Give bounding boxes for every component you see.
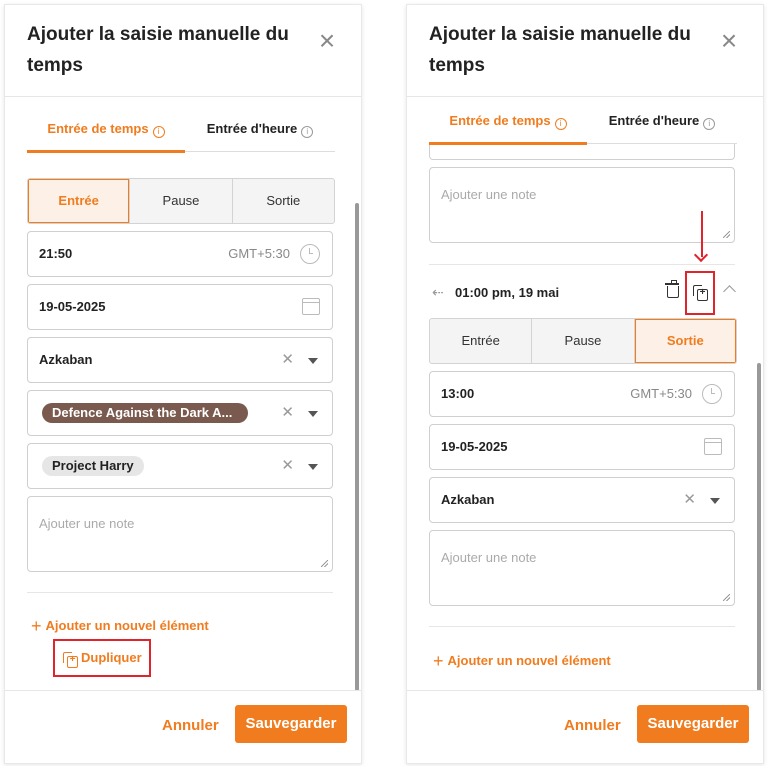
duplicate-label: Dupliquer — [81, 650, 142, 665]
time-value: 13:00 — [441, 386, 475, 401]
calendar-icon[interactable] — [302, 298, 320, 315]
divider — [429, 626, 735, 627]
date-value: 19-05-2025 — [441, 439, 508, 454]
calendar-icon[interactable] — [704, 438, 722, 455]
login-icon: ⇠ — [432, 284, 444, 300]
entry-header: ⇠ 01:00 pm, 19 mai — [429, 271, 736, 315]
dialog-footer: Annuler Sauvegarder — [407, 690, 763, 763]
add-item-label: Ajouter un nouvel élément — [45, 618, 209, 633]
segment-entree[interactable]: Entrée — [28, 179, 131, 223]
chevron-down-icon[interactable] — [308, 411, 318, 417]
info-icon: i — [554, 118, 567, 130]
tab-bar: Entrée de temps i Entrée d'heure i — [429, 99, 737, 145]
resize-handle-icon[interactable] — [723, 231, 730, 238]
save-button[interactable]: Sauvegarder — [235, 705, 347, 743]
tab-time-entry[interactable]: Entrée de temps i — [429, 99, 587, 145]
note-textarea[interactable]: Ajouter une note — [429, 167, 735, 243]
tab-hour-entry[interactable]: Entrée d'heure i — [587, 99, 737, 143]
tab-label: Entrée de temps — [47, 121, 149, 136]
add-item-link[interactable]: + Ajouter un nouvel élément — [433, 651, 611, 672]
note-placeholder: Ajouter une note — [39, 516, 135, 531]
clear-icon[interactable]: ✕ — [281, 338, 294, 382]
duplicate-button[interactable]: Dupliquer — [53, 639, 151, 677]
duplicate-entry-button[interactable] — [685, 271, 715, 315]
activity-chip: Defence Against the Dark A... — [42, 403, 248, 423]
tab-label: Entrée d'heure — [206, 121, 298, 136]
cancel-button[interactable]: Annuler — [162, 691, 219, 761]
time-entry-dialog-right: Ajouter la saisie manuelle du temps × En… — [406, 4, 764, 764]
tab-bar: Entrée de temps i Entrée d'heure i — [27, 107, 335, 153]
chevron-down-icon[interactable] — [308, 464, 318, 470]
trash-icon[interactable] — [665, 280, 679, 298]
project-chip: Project Harry — [42, 456, 144, 476]
clear-icon[interactable]: ✕ — [281, 391, 294, 435]
add-item-label: Ajouter un nouvel élément — [447, 653, 611, 668]
resize-handle-icon[interactable] — [321, 560, 328, 567]
timezone-label: GMT+5:30 — [228, 246, 290, 261]
segment-sortie[interactable]: Sortie — [233, 179, 334, 223]
divider — [27, 592, 333, 593]
copy-icon — [63, 652, 78, 668]
date-field[interactable]: 19-05-2025 — [27, 284, 333, 330]
note-placeholder: Ajouter une note — [441, 187, 537, 202]
annotation-arrow — [701, 211, 703, 257]
cancel-button[interactable]: Annuler — [564, 691, 621, 761]
divider — [5, 96, 361, 97]
location-select[interactable]: Azkaban ✕ — [27, 337, 333, 383]
tab-label: Entrée de temps — [449, 113, 551, 128]
clock-icon — [300, 244, 320, 264]
chevron-down-icon[interactable] — [710, 498, 720, 504]
segment-pause[interactable]: Pause — [532, 319, 635, 363]
date-field[interactable]: 19-05-2025 — [429, 424, 735, 470]
date-value: 19-05-2025 — [39, 299, 106, 314]
location-value: Azkaban — [441, 492, 495, 507]
chevron-down-icon[interactable] — [308, 358, 318, 364]
scrollbar[interactable] — [757, 363, 761, 691]
save-button[interactable]: Sauvegarder — [637, 705, 749, 743]
info-icon: i — [152, 126, 165, 138]
info-icon: i — [301, 126, 314, 138]
punch-type-selector: Entrée Pause Sortie — [27, 178, 335, 224]
plus-icon: + — [31, 616, 42, 636]
scrollbar[interactable] — [355, 203, 359, 691]
punch-type-selector: Entrée Pause Sortie — [429, 318, 737, 364]
info-icon: i — [703, 118, 716, 130]
location-select[interactable]: Azkaban ✕ — [429, 477, 735, 523]
chevron-up-icon[interactable] — [723, 285, 736, 298]
location-value: Azkaban — [39, 352, 93, 367]
close-icon[interactable]: × — [719, 27, 739, 55]
project-select[interactable]: Project Harry ✕ — [27, 443, 333, 489]
divider — [429, 264, 735, 265]
copy-icon — [693, 285, 708, 301]
segment-pause[interactable]: Pause — [130, 179, 233, 223]
note-textarea[interactable]: Ajouter une note — [27, 496, 333, 572]
note-textarea-2[interactable]: Ajouter une note — [429, 530, 735, 606]
tab-label: Entrée d'heure — [608, 113, 700, 128]
plus-icon: + — [433, 651, 444, 671]
clock-icon — [702, 384, 722, 404]
clear-icon[interactable]: ✕ — [683, 478, 696, 522]
time-value: 21:50 — [39, 246, 73, 261]
divider — [407, 96, 763, 97]
time-field[interactable]: 13:00 GMT+5:30 — [429, 371, 735, 417]
time-entry-dialog-left: Ajouter la saisie manuelle du temps × En… — [4, 4, 362, 764]
dialog-title: Ajouter la saisie manuelle du temps — [27, 24, 289, 76]
tab-hour-entry[interactable]: Entrée d'heure i — [185, 107, 335, 151]
segment-sortie[interactable]: Sortie — [634, 319, 736, 363]
segment-entree[interactable]: Entrée — [430, 319, 533, 363]
dialog-footer: Annuler Sauvegarder — [5, 690, 361, 763]
close-icon[interactable]: × — [317, 27, 337, 55]
activity-select[interactable]: Defence Against the Dark A... ✕ — [27, 390, 333, 436]
time-field[interactable]: 21:50 GMT+5:30 — [27, 231, 333, 277]
clear-icon[interactable]: ✕ — [281, 444, 294, 488]
dialog-title: Ajouter la saisie manuelle du temps — [429, 24, 691, 76]
tab-time-entry[interactable]: Entrée de temps i — [27, 107, 185, 153]
note-placeholder: Ajouter une note — [441, 550, 537, 565]
entry-title: 01:00 pm, 19 mai — [455, 285, 560, 300]
timezone-label: GMT+5:30 — [630, 386, 692, 401]
add-item-link[interactable]: + Ajouter un nouvel élément — [31, 616, 209, 637]
resize-handle-icon[interactable] — [723, 594, 730, 601]
